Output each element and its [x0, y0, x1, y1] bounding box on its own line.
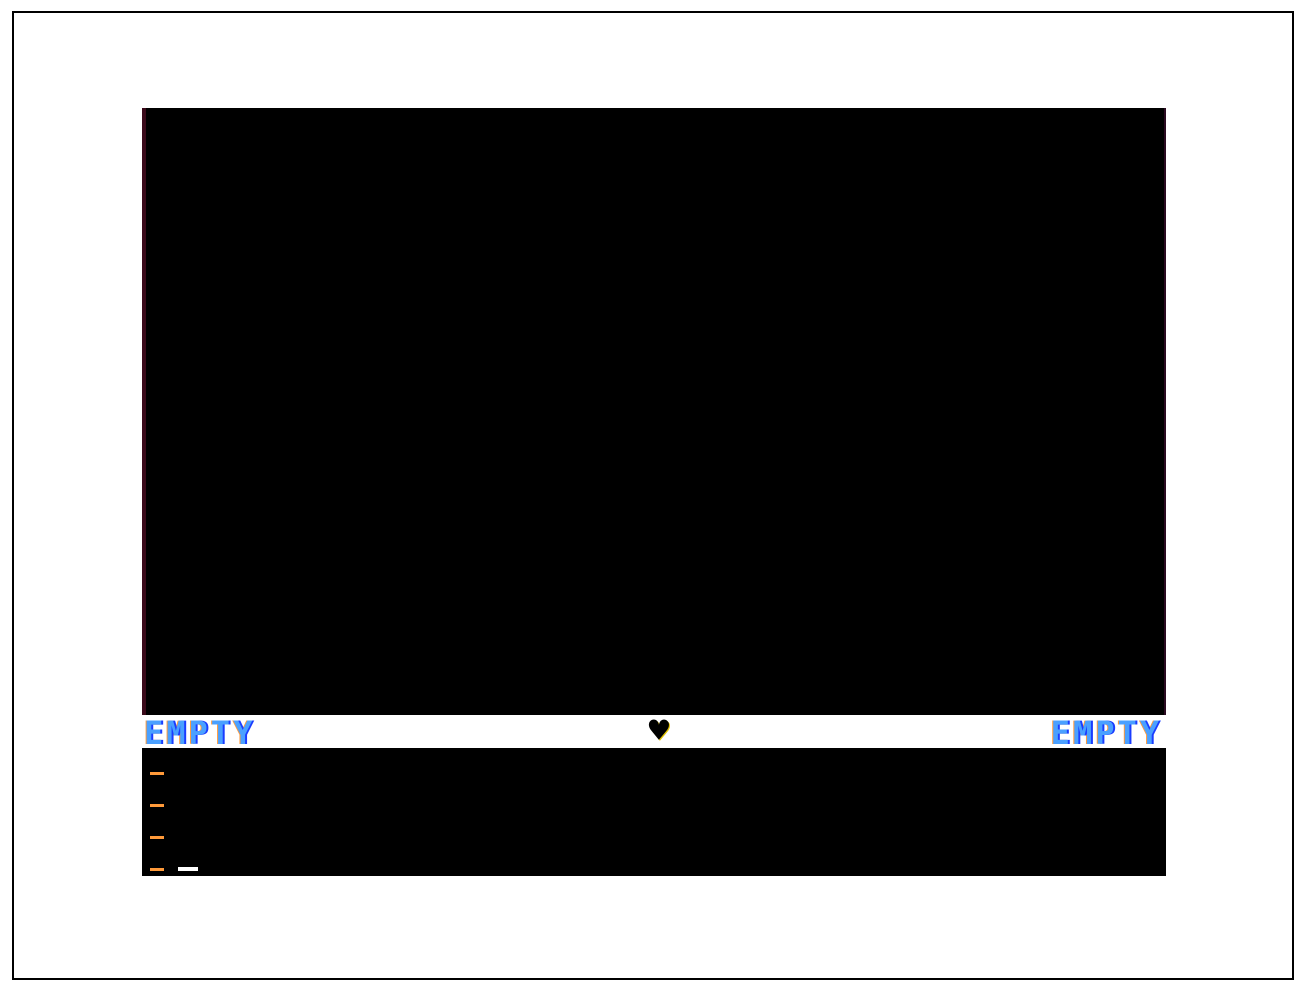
game-viewport[interactable] — [142, 108, 1166, 715]
prompt-marker — [150, 836, 164, 839]
status-bar: EMPTY ♥ EMPTY — [142, 711, 1166, 751]
right-hand-slot[interactable]: EMPTY — [1051, 717, 1162, 749]
input-cursor[interactable] — [178, 867, 198, 871]
prompt-marker — [150, 868, 164, 871]
game-screen: EMPTY ♥ EMPTY — [142, 108, 1166, 876]
message-area — [142, 748, 1166, 876]
prompt-marker — [150, 772, 164, 775]
heart-icon: ♥ — [648, 711, 670, 751]
left-hand-slot[interactable]: EMPTY — [144, 717, 255, 749]
prompt-marker — [150, 804, 164, 807]
